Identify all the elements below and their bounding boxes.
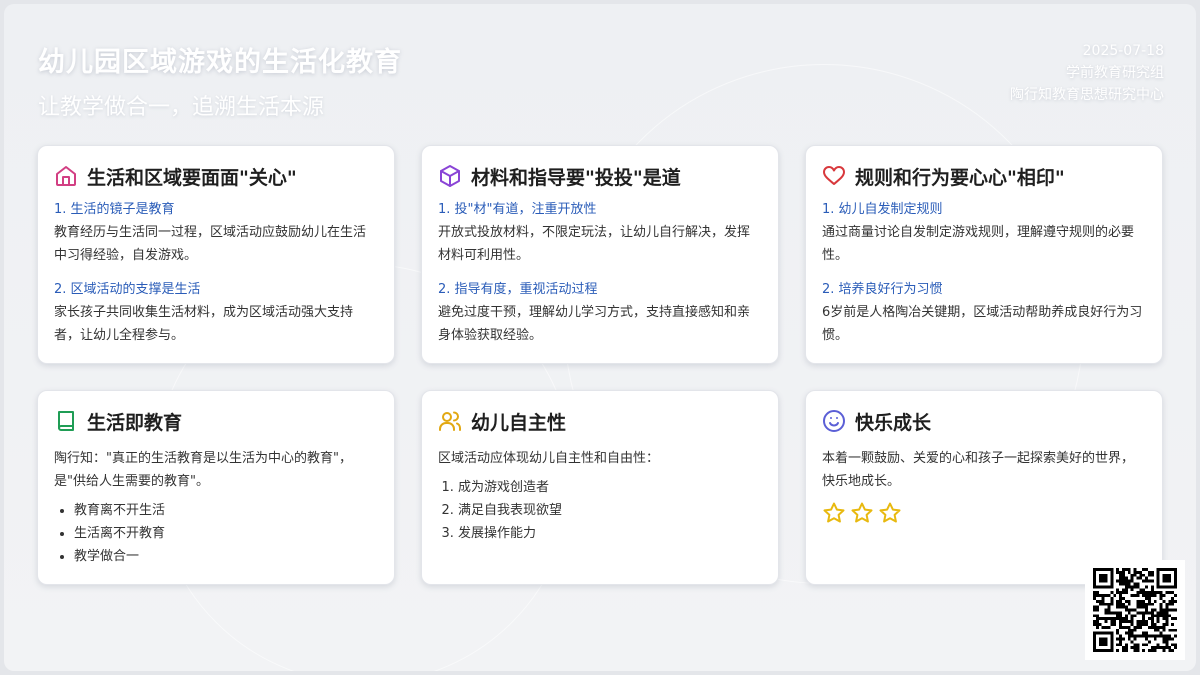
bullet-list: 教育离不开生活 生活离不开教育 教学做合一 [54, 499, 378, 568]
star-icon [851, 502, 873, 523]
group-label: 学前教育研究组 [1066, 65, 1164, 81]
qr-code-image [1093, 568, 1177, 652]
card-title: 生活和区域要面面"关心" [87, 166, 297, 189]
section-text: 家长孩子共同收集生活材料，成为区域活动强大支持者，让幼儿全程参与。 [54, 305, 354, 343]
star-icon [823, 502, 845, 523]
section-text: 通过商量讨论自发制定游戏规则，理解遵守规则的必要性。 [822, 225, 1135, 263]
list-item: 成为游戏创造者 [458, 476, 762, 499]
home-icon [54, 164, 78, 188]
card-title: 规则和行为要心心"相印" [855, 166, 1065, 189]
card-title: 生活即教育 [87, 411, 183, 434]
card-life-is-education: 生活即教育 陶行知："真正的生活教育是以生活为中心的教育"，是"供给人生需要的教… [37, 390, 395, 585]
card-happy-growth: 快乐成长 本着一颗鼓励、关爱的心和孩子一起探索美好的世界，快乐地成长。 [805, 390, 1163, 585]
smile-icon [822, 409, 846, 433]
list-item: 满足自我表现欲望 [458, 499, 762, 522]
list-item: 教学做合一 [74, 545, 378, 568]
section-heading: 1. 生活的镜子是教育 [54, 202, 175, 217]
header: 幼儿园区域游戏的生活化教育 让教学做合一，追溯生活本源 [38, 40, 402, 121]
intro-text: 区域活动应体现幼儿自主性和自由性： [438, 451, 660, 466]
section-heading: 2. 培养良好行为习惯 [822, 282, 943, 297]
star-icon [879, 502, 901, 523]
center-label: 陶行知教育思想研究中心 [1010, 87, 1164, 103]
section-text: 6岁前是人格陶冶关键期，区域活动帮助养成良好行为习惯。 [822, 305, 1143, 343]
card-life-and-region: 生活和区域要面面"关心" 1. 生活的镜子是教育 教育经历与生活同一过程，区域活… [37, 145, 395, 364]
star-rating [822, 501, 1146, 525]
section-heading: 1. 投"材"有道，注重开放性 [438, 202, 597, 217]
card-rules-and-behavior: 规则和行为要心心"相印" 1. 幼儿自发制定规则 通过商量讨论自发制定游戏规则，… [805, 145, 1163, 364]
section-text: 教育经历与生活同一过程，区域活动应鼓励幼儿在生活中习得经验，自发游戏。 [54, 225, 367, 263]
list-item: 发展操作能力 [458, 522, 762, 545]
section-heading: 1. 幼儿自发制定规则 [822, 202, 943, 217]
date-label: 2025-07-18 [1082, 43, 1164, 59]
book-icon [54, 409, 78, 433]
header-meta: 2025-07-18 学前教育研究组 陶行知教育思想研究中心 [1010, 40, 1164, 106]
numbered-list: 成为游戏创造者 满足自我表现欲望 发展操作能力 [438, 476, 762, 545]
page-subtitle: 让教学做合一，追溯生活本源 [38, 95, 325, 120]
qr-code[interactable] [1085, 560, 1185, 660]
section-text: 开放式投放材料，不限定玩法，让幼儿自行解决，发挥材料可利用性。 [438, 225, 751, 263]
card-materials-and-guidance: 材料和指导要"投投"是道 1. 投"材"有道，注重开放性 开放式投放材料，不限定… [421, 145, 779, 364]
card-title: 幼儿自主性 [471, 411, 567, 434]
page-title: 幼儿园区域游戏的生活化教育 [38, 47, 402, 78]
section-text: 避免过度干预，理解幼儿学习方式，支持直接感知和亲身体验获取经验。 [438, 305, 751, 343]
list-item: 教育离不开生活 [74, 499, 378, 522]
card-child-autonomy: 幼儿自主性 区域活动应体现幼儿自主性和自由性： 成为游戏创造者 满足自我表现欲望… [421, 390, 779, 585]
section-heading: 2. 区域活动的支撑是生活 [54, 282, 201, 297]
heart-icon [822, 164, 846, 188]
cube-icon [438, 164, 462, 188]
card-title: 材料和指导要"投投"是道 [471, 166, 681, 189]
section-heading: 2. 指导有度，重视活动过程 [438, 282, 598, 297]
card-text: 本着一颗鼓励、关爱的心和孩子一起探索美好的世界，快乐地成长。 [822, 451, 1135, 489]
list-item: 生活离不开教育 [74, 522, 378, 545]
users-icon [438, 409, 462, 433]
card-title: 快乐成长 [855, 411, 932, 434]
quote-text: 陶行知："真正的生活教育是以生活为中心的教育"，是"供给人生需要的教育"。 [54, 451, 352, 489]
